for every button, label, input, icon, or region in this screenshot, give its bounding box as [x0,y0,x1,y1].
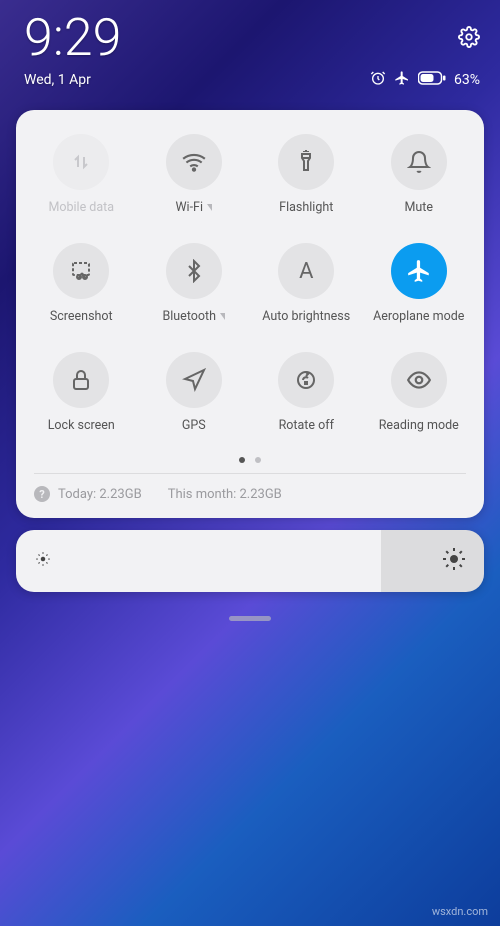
reading-mode-icon [391,352,447,408]
airplane-status-icon [394,70,410,90]
status-icons: 63% [370,70,480,90]
gps-icon [166,352,222,408]
tile-gps[interactable]: GPS [141,352,248,433]
drag-handle[interactable] [229,616,271,621]
flashlight-icon [278,134,334,190]
rotate-icon [278,352,334,408]
mute-icon [391,134,447,190]
divider [34,473,466,474]
tile-label: Lock screen [48,418,115,433]
info-icon: ? [34,486,50,502]
mobile-data-icon [53,134,109,190]
time-display: 9:29 [24,12,121,64]
data-month: This month: 2.23GB [168,487,282,502]
battery-text: 63% [454,72,480,88]
tile-wifi[interactable]: Wi-Fi [141,134,248,215]
tile-label: Mobile data [48,200,114,215]
brightness-high-icon [442,547,466,575]
tile-rotate-off[interactable]: Rotate off [253,352,360,433]
watermark: wsxdn.com [432,905,488,918]
page-indicator [28,457,472,463]
tile-auto-brightness[interactable]: A Auto brightness [253,243,360,324]
data-usage-row[interactable]: ? Today: 2.23GB This month: 2.23GB [28,484,472,504]
tile-label: Bluetooth [162,309,216,324]
screenshot-icon [53,243,109,299]
tile-bluetooth[interactable]: Bluetooth [141,243,248,324]
airplane-icon [391,243,447,299]
tile-flashlight[interactable]: Flashlight [253,134,360,215]
tile-label: Wi-Fi [175,200,203,215]
battery-icon [418,71,446,89]
alarm-icon [370,70,386,90]
tile-reading-mode[interactable]: Reading mode [366,352,473,433]
bluetooth-icon [166,243,222,299]
brightness-track [381,530,484,592]
settings-gear-icon[interactable] [458,26,480,52]
brightness-slider[interactable] [16,530,484,592]
tile-label: GPS [182,418,206,433]
tile-lock-screen[interactable]: Lock screen [28,352,135,433]
tile-mobile-data[interactable]: Mobile data [28,134,135,215]
brightness-low-icon [34,550,52,572]
data-today: Today: 2.23GB [58,487,142,502]
tile-label: Rotate off [279,418,334,433]
quick-settings-panel: Mobile data Wi-Fi Flashlight Mute Screen… [16,110,484,518]
expand-icon[interactable] [207,204,212,211]
tile-aeroplane-mode[interactable]: Aeroplane mode [366,243,473,324]
tile-screenshot[interactable]: Screenshot [28,243,135,324]
wifi-icon [166,134,222,190]
tile-label: Flashlight [279,200,333,215]
lock-icon [53,352,109,408]
expand-icon[interactable] [220,313,225,320]
tile-label: Mute [404,200,433,215]
tile-label: Screenshot [50,309,113,324]
auto-brightness-icon: A [278,243,334,299]
tile-label: Reading mode [379,418,459,433]
date-display: Wed, 1 Apr [24,72,91,88]
tile-label: Aeroplane mode [373,309,464,324]
tile-label: Auto brightness [262,309,350,324]
tile-mute[interactable]: Mute [366,134,473,215]
